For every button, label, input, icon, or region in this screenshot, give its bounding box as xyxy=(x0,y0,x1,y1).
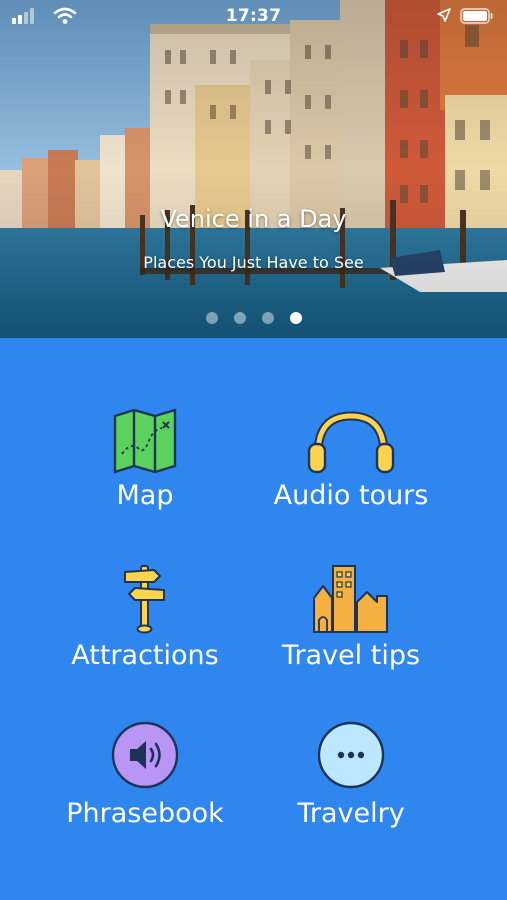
signpost-icon xyxy=(124,565,165,634)
speaker-icon xyxy=(111,721,179,789)
menu-label: Phrasebook xyxy=(66,798,224,829)
menu-label: Map xyxy=(116,480,174,511)
location-arrow-icon xyxy=(437,8,451,22)
carousel-dot[interactable] xyxy=(205,312,218,324)
hero-title: Venice in a Day xyxy=(160,205,347,233)
headphones-icon xyxy=(307,411,395,474)
menu-label: Travel tips xyxy=(281,640,421,671)
status-bar: 17:37 xyxy=(0,0,507,34)
menu-label: Travelry xyxy=(297,798,405,829)
menu-item-travelry[interactable]: Travelry xyxy=(251,718,451,858)
menu-item-phrasebook[interactable]: Phrasebook xyxy=(45,718,245,858)
carousel-dot-active[interactable] xyxy=(289,312,302,324)
carousel-page-indicator[interactable] xyxy=(0,312,507,324)
menu-item-audio-tours[interactable]: Audio tours xyxy=(251,400,451,540)
menu-item-travel-tips[interactable]: Travel tips xyxy=(251,560,451,700)
carousel-dot[interactable] xyxy=(261,312,274,324)
carousel-dot[interactable] xyxy=(233,312,246,324)
menu-item-map[interactable]: Map xyxy=(45,400,245,540)
menu-label: Audio tours xyxy=(273,480,429,511)
hero-carousel[interactable]: 17:37 Venice in a Day Places You Just Ha… xyxy=(0,0,507,338)
menu-label: Attractions xyxy=(71,640,219,671)
hero-image xyxy=(0,0,507,338)
city-buildings-icon xyxy=(313,565,388,633)
more-dots-icon xyxy=(317,721,385,789)
battery-icon xyxy=(460,8,493,24)
hero-subtitle: Places You Just Have to See xyxy=(143,253,364,272)
menu-item-attractions[interactable]: Attractions xyxy=(45,560,245,700)
map-icon xyxy=(113,408,177,474)
status-time: 17:37 xyxy=(225,6,282,26)
